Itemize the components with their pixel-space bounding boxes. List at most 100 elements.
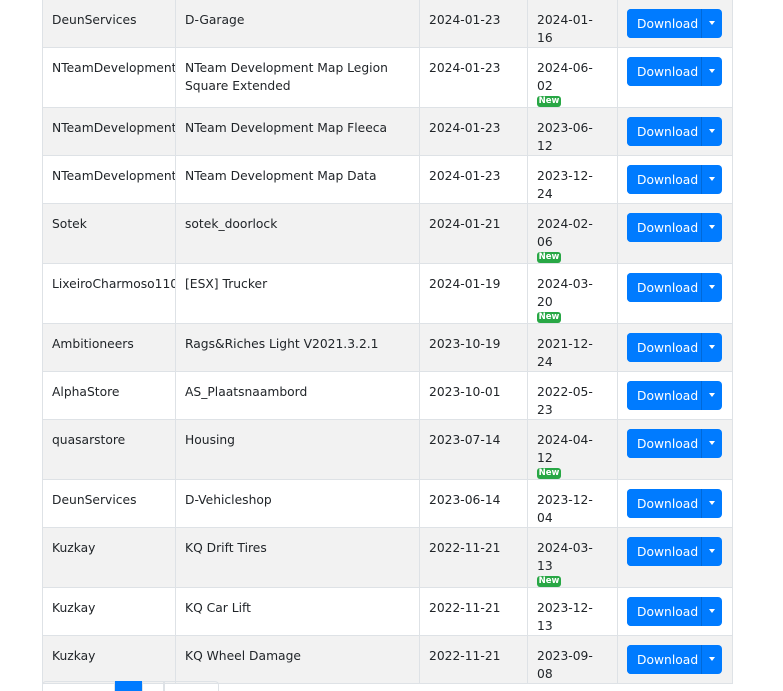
- caret-down-icon: [709, 441, 715, 445]
- table-row: AlphaStore AS_Plaatsnaambord 2023-10-01 202…: [42, 371, 733, 420]
- author-name: NTeamDevelopment: [52, 121, 176, 135]
- caret-down-icon: [709, 69, 715, 73]
- table-row: LixeiroCharmoso1104 [ESX] Trucker 2024-01-…: [42, 263, 733, 324]
- resource-name: NTeam Development Map Legion Square Exte…: [185, 61, 388, 93]
- author-name: DeunServices: [52, 13, 137, 27]
- resource-name-cell: NTeam Development Map Data: [175, 155, 420, 204]
- download-button[interactable]: Download: [627, 9, 701, 38]
- download-button-group: Download: [627, 57, 722, 86]
- download-button[interactable]: Download: [627, 333, 701, 362]
- download-button[interactable]: Download: [627, 597, 701, 626]
- download-dropdown-toggle[interactable]: [701, 537, 722, 566]
- download-dropdown-toggle[interactable]: [701, 9, 722, 38]
- resource-name: NTeam Development Map Data: [185, 169, 377, 183]
- actions-cell: Download: [617, 371, 733, 420]
- added-date: 2024-01-19: [429, 277, 501, 291]
- download-button[interactable]: Download: [627, 117, 701, 146]
- download-button[interactable]: Download: [627, 381, 701, 410]
- added-date: 2022-11-21: [429, 541, 501, 555]
- actions-cell: Download: [617, 587, 733, 636]
- pagination-next[interactable]: [164, 681, 219, 691]
- added-date-cell: 2023-10-19: [419, 323, 528, 372]
- download-button[interactable]: Download: [627, 57, 701, 86]
- added-date-cell: 2024-01-23: [419, 0, 528, 48]
- download-dropdown-toggle[interactable]: [701, 117, 722, 146]
- actions-cell: Download: [617, 323, 733, 372]
- download-dropdown-toggle[interactable]: [701, 489, 722, 518]
- download-button-group: Download: [627, 213, 722, 242]
- download-dropdown-toggle[interactable]: [701, 165, 722, 194]
- resource-name: KQ Drift Tires: [185, 541, 267, 555]
- resource-name-cell: D-Garage: [175, 0, 420, 48]
- resource-name-cell: NTeam Development Map Fleeca: [175, 107, 420, 156]
- resource-name: Housing: [185, 433, 235, 447]
- download-button[interactable]: Download: [627, 645, 701, 674]
- actions-cell: Download: [617, 635, 733, 684]
- actions-cell: Download: [617, 107, 733, 156]
- author-cell: AlphaStore: [42, 371, 176, 420]
- author-cell: Ambitioneers: [42, 323, 176, 372]
- author-name: Kuzkay: [52, 541, 96, 555]
- added-date-cell: 2022-11-21: [419, 587, 528, 636]
- download-button[interactable]: Download: [627, 429, 701, 458]
- added-date-cell: 2023-07-14: [419, 419, 528, 480]
- caret-down-icon: [709, 609, 715, 613]
- resource-table: DeunServices D-Garage 2024-01-23 2024-01-16…: [42, 0, 733, 684]
- added-date: 2024-01-21: [429, 217, 501, 231]
- resource-name-cell: KQ Drift Tires: [175, 527, 420, 588]
- resource-name-cell: [ESX] Trucker: [175, 263, 420, 324]
- resource-table-body: DeunServices D-Garage 2024-01-23 2024-01-16…: [42, 0, 733, 684]
- author-cell: Kuzkay: [42, 527, 176, 588]
- table-row: Sotek sotek_doorlock 2024-01-21 2024-02-06 N…: [42, 203, 733, 264]
- download-dropdown-toggle[interactable]: [701, 273, 722, 302]
- added-date-cell: 2024-01-23: [419, 107, 528, 156]
- added-date: 2022-11-21: [429, 601, 501, 615]
- table-row: DeunServices D-Vehicleshop 2023-06-14 2023-…: [42, 479, 733, 528]
- updated-date-cell: 2023-12-24: [527, 155, 618, 204]
- download-dropdown-toggle[interactable]: [701, 333, 722, 362]
- download-dropdown-toggle[interactable]: [701, 57, 722, 86]
- updated-date: 2023-06-12: [537, 121, 593, 153]
- download-button-group: Download: [627, 537, 722, 566]
- download-button[interactable]: Download: [627, 489, 701, 518]
- download-dropdown-toggle[interactable]: [701, 597, 722, 626]
- updated-date-cell: 2021-12-24: [527, 323, 618, 372]
- resource-name-cell: AS_Plaatsnaambord: [175, 371, 420, 420]
- pagination-previous[interactable]: [42, 681, 115, 691]
- download-button[interactable]: Download: [627, 165, 701, 194]
- caret-down-icon: [709, 501, 715, 505]
- new-badge: New: [537, 252, 561, 263]
- added-date-cell: 2022-11-21: [419, 635, 528, 684]
- pagination-page[interactable]: [142, 681, 164, 691]
- updated-date: 2023-12-13: [537, 601, 593, 633]
- download-button[interactable]: Download: [627, 273, 701, 302]
- download-button[interactable]: Download: [627, 537, 701, 566]
- updated-date: 2023-12-04: [537, 493, 593, 525]
- caret-down-icon: [709, 177, 715, 181]
- author-name: AlphaStore: [52, 385, 120, 399]
- resource-name-cell: D-Vehicleshop: [175, 479, 420, 528]
- download-dropdown-toggle[interactable]: [701, 381, 722, 410]
- download-button-group: Download: [627, 597, 722, 626]
- updated-date-cell: 2023-12-04: [527, 479, 618, 528]
- resource-name: D-Vehicleshop: [185, 493, 272, 507]
- download-dropdown-toggle[interactable]: [701, 213, 722, 242]
- updated-date-cell: 2022-05-23: [527, 371, 618, 420]
- added-date-cell: 2022-11-21: [419, 527, 528, 588]
- download-dropdown-toggle[interactable]: [701, 429, 722, 458]
- author-name: NTeamDevelopment: [52, 61, 176, 75]
- pagination-page-active[interactable]: [115, 681, 142, 691]
- resource-name: AS_Plaatsnaambord: [185, 385, 308, 399]
- download-button[interactable]: Download: [627, 213, 701, 242]
- actions-cell: Download: [617, 47, 733, 108]
- updated-date: 2024-04-12: [537, 433, 593, 465]
- updated-date: 2023-09-08: [537, 649, 593, 681]
- resource-name: [ESX] Trucker: [185, 277, 268, 291]
- author-cell: Sotek: [42, 203, 176, 264]
- download-button-group: Download: [627, 429, 722, 458]
- download-dropdown-toggle[interactable]: [701, 645, 722, 674]
- resource-name-cell: NTeam Development Map Legion Square Exte…: [175, 47, 420, 108]
- download-button-group: Download: [627, 381, 722, 410]
- new-badge: New: [537, 312, 561, 323]
- new-badge: New: [537, 576, 561, 587]
